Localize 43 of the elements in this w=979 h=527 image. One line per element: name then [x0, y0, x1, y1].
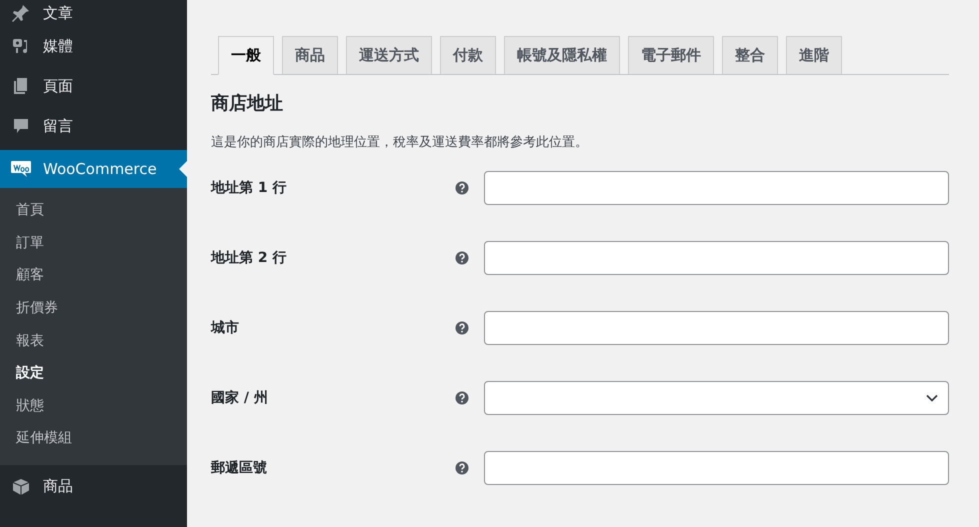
- section-title: 商店地址: [211, 92, 284, 115]
- help-icon[interactable]: [455, 181, 469, 195]
- settings-tab[interactable]: 運送方式: [346, 36, 432, 74]
- help-icon[interactable]: [455, 251, 469, 265]
- settings-tab[interactable]: 整合: [722, 36, 778, 74]
- submenu-item[interactable]: 延伸模組: [0, 422, 187, 455]
- help-icon[interactable]: [455, 391, 469, 405]
- help-icon[interactable]: [455, 461, 469, 475]
- submenu-item[interactable]: 顧客: [0, 259, 187, 292]
- settings-tab[interactable]: 帳號及隱私權: [504, 36, 620, 74]
- menu-item[interactable]: 頁面: [0, 66, 187, 106]
- submenu-item[interactable]: 首頁: [0, 194, 187, 227]
- menu-item[interactable]: 商品: [0, 464, 187, 509]
- menu-item[interactable]: 文章: [0, 0, 187, 26]
- chevron-down-icon: [926, 394, 938, 402]
- field-label: 郵遞區號: [211, 459, 268, 477]
- submenu-item[interactable]: 設定: [0, 356, 187, 390]
- field-label: 地址第 1 行: [211, 179, 288, 197]
- menu-item[interactable]: 媒體: [0, 26, 187, 66]
- submenu-item[interactable]: 狀態: [0, 390, 187, 422]
- field-label: 城市: [211, 319, 240, 337]
- settings-tab[interactable]: 商品: [282, 36, 338, 74]
- box-icon: [11, 476, 31, 497]
- field-label: 國家 / 州: [211, 389, 269, 407]
- text-field[interactable]: [484, 311, 949, 345]
- settings-tab[interactable]: 進階: [786, 36, 842, 74]
- select-field[interactable]: [484, 381, 949, 415]
- text-field[interactable]: [484, 171, 949, 205]
- pin-icon: [11, 3, 31, 23]
- woocommerce-menu-item[interactable]: WooCommerce: [0, 150, 187, 188]
- text-field[interactable]: [484, 451, 949, 485]
- field-label: 地址第 2 行: [211, 249, 288, 267]
- settings-tab[interactable]: 電子郵件: [628, 36, 714, 74]
- section-description: 這是你的商店實際的地理位置，稅率及運送費率都將參考此位置。: [211, 134, 589, 151]
- settings-tab[interactable]: 一般: [218, 36, 274, 75]
- menu-item[interactable]: 留言: [0, 106, 187, 146]
- woo-icon: [10, 160, 32, 178]
- submenu-item[interactable]: 報表: [0, 324, 187, 357]
- text-field[interactable]: [484, 241, 949, 275]
- submenu-item[interactable]: 折價券: [0, 292, 187, 324]
- settings-tab[interactable]: 付款: [440, 36, 496, 74]
- help-icon[interactable]: [455, 321, 469, 335]
- submenu-item[interactable]: 訂單: [0, 226, 187, 260]
